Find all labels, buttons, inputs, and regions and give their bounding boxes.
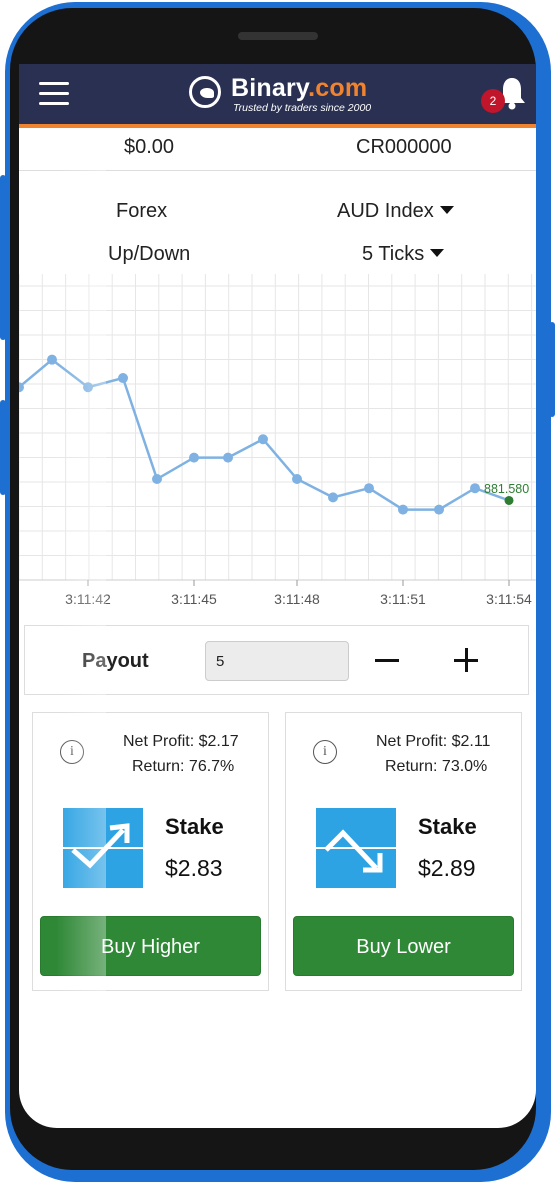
x-tick-label: 3:11:45	[171, 591, 217, 607]
duration-selector[interactable]: 5 Ticks	[362, 243, 445, 266]
market-selector[interactable]: Forex	[116, 200, 167, 223]
tick-point	[83, 382, 93, 393]
last-tick-point	[504, 495, 514, 505]
tick-point	[292, 474, 302, 485]
tick-point	[258, 434, 268, 445]
stake-label: Stake	[165, 814, 224, 839]
tick-point	[152, 474, 162, 485]
stake-value: $2.89	[418, 855, 476, 881]
caret-down-icon	[430, 248, 445, 257]
tick-point	[118, 373, 128, 384]
x-tick-label: 3:11:42	[65, 591, 111, 607]
duration-label: 5 Ticks	[362, 243, 425, 265]
brand-name: Binary.com	[231, 74, 368, 102]
buy-higher-button[interactable]: Buy Higher	[40, 916, 261, 976]
stake-label: Stake	[418, 814, 477, 839]
symbol-selector[interactable]: AUD Index	[337, 200, 454, 223]
contract-type-label: Up/Down	[108, 243, 191, 265]
brand-tagline: Trusted by traders since 2000	[233, 102, 372, 114]
app-header: Binary.com Trusted by traders since 2000…	[19, 64, 536, 124]
phone-side-button	[0, 400, 6, 495]
phone-side-button	[549, 322, 555, 417]
x-tick-label: 3:11:51	[380, 591, 426, 607]
notification-badge[interactable]: 2	[481, 89, 505, 113]
logo-icon	[189, 76, 221, 108]
menu-icon[interactable]	[39, 82, 69, 106]
payout-panel: Payout	[24, 625, 529, 695]
app-screen: Binary.com Trusted by traders since 2000…	[19, 64, 536, 1128]
tick-point	[470, 483, 480, 494]
net-profit: Net Profit: $2.11	[376, 733, 491, 750]
buy-lower-button[interactable]: Buy Lower	[293, 916, 514, 976]
last-value-label: 881.580	[484, 482, 529, 496]
trend-down-icon	[316, 808, 396, 888]
tick-point	[47, 354, 57, 365]
market-label: Forex	[116, 200, 168, 222]
account-bar: $0.00 CR000000	[19, 128, 536, 171]
tick-point	[189, 452, 199, 463]
tick-point	[223, 452, 233, 463]
return-rate: Return: 73.0%	[385, 758, 488, 775]
tick-point	[364, 483, 374, 494]
chart-grid	[19, 274, 536, 581]
return-rate: Return: 76.7%	[132, 758, 235, 775]
stake-value: $2.83	[165, 855, 223, 881]
phone-speaker	[238, 32, 318, 40]
x-tick-label: 3:11:48	[274, 591, 320, 607]
x-tick-label: 3:11:54	[486, 591, 532, 607]
phone-side-button	[0, 175, 6, 340]
tick-point	[434, 504, 444, 515]
contract-card-higher: i Net Profit: $2.17 Return: 76.7% Stake …	[32, 712, 269, 991]
info-icon[interactable]: i	[60, 740, 84, 764]
minus-icon[interactable]	[375, 648, 399, 672]
payout-label: Payout	[82, 650, 149, 672]
info-icon[interactable]: i	[313, 740, 337, 764]
contract-card-lower: i Net Profit: $2.11 Return: 73.0% Stake …	[285, 712, 522, 991]
payout-input[interactable]	[205, 641, 349, 681]
tick-point	[328, 492, 338, 503]
tick-point	[398, 504, 408, 515]
plus-icon[interactable]	[454, 648, 478, 672]
account-balance: $0.00	[124, 136, 175, 158]
account-id[interactable]: CR000000	[356, 136, 452, 159]
net-profit: Net Profit: $2.17	[123, 733, 239, 750]
trend-up-icon	[63, 808, 143, 888]
brand-logo: Binary.com Trusted by traders since 2000	[189, 74, 389, 114]
caret-down-icon	[439, 205, 454, 214]
tick-chart[interactable]: 881.580 3:11:42 3:11:45 3:11:48 3:11:51 3:11:…	[19, 274, 536, 614]
contract-type-selector[interactable]: Up/Down	[108, 243, 190, 266]
symbol-label: AUD Index	[337, 200, 434, 222]
